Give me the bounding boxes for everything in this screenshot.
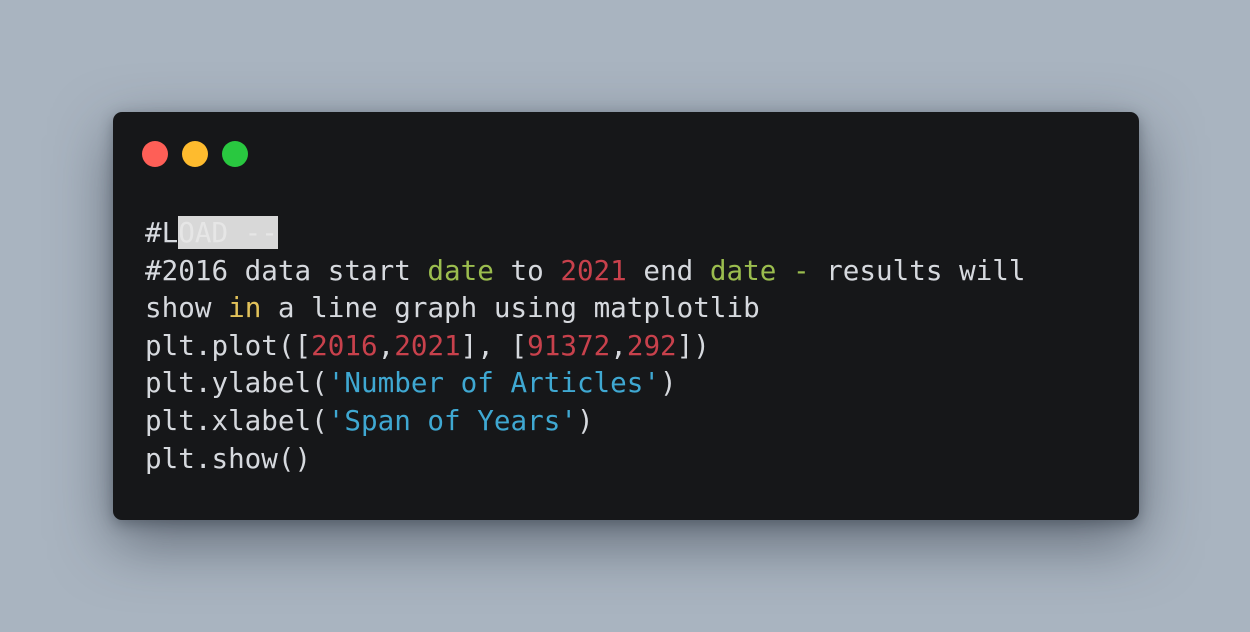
window-controls (142, 141, 248, 167)
code-token: 'Span of Years' (327, 403, 577, 437)
code-token: ]) (676, 328, 710, 362)
code-token: date (427, 253, 494, 287)
code-token: end (626, 253, 710, 287)
code-token: in (228, 291, 262, 325)
code-token: ) (660, 366, 677, 400)
code-line: show in a line graph using matplotlib (145, 289, 1026, 327)
code-line: plt.xlabel('Span of Years') (145, 402, 1026, 440)
code-token: a line graph using matplotlib (261, 291, 760, 325)
close-dot-icon[interactable] (142, 141, 168, 167)
code-line: plt.plot([2016,2021], [91372,292]) (145, 327, 1026, 365)
code-token: plt.plot([ (145, 328, 312, 362)
code-token: 292 (626, 328, 677, 362)
code-line: #2016 data start date to 2021 end date -… (145, 252, 1026, 290)
code-token: plt.xlabel( (145, 403, 328, 437)
code-token: 2021 (394, 328, 461, 362)
code-line: plt.ylabel('Number of Articles') (145, 364, 1026, 402)
selected-text: OAD -- (178, 216, 278, 249)
code-token: #2016 data start (145, 253, 428, 287)
code-window: #LOAD -- #2016 data start date to 2021 en… (113, 112, 1139, 520)
code-token: 91372 (527, 328, 611, 362)
code-token: , (377, 328, 395, 362)
code-token: 2021 (560, 253, 627, 287)
code-token: to (493, 253, 561, 287)
code-line: #LOAD -- (145, 214, 1026, 252)
minimize-dot-icon[interactable] (182, 141, 208, 167)
code-token: 'Number of Articles' (327, 366, 661, 400)
code-token: ) (576, 403, 594, 437)
code-token: , (610, 328, 627, 362)
zoom-dot-icon[interactable] (222, 141, 248, 167)
code-token: results will (809, 253, 1026, 287)
code-token: date (709, 253, 777, 287)
code-token: - (792, 253, 810, 287)
code-block[interactable]: #LOAD -- #2016 data start date to 2021 en… (145, 214, 1026, 477)
code-token: #L (145, 216, 179, 249)
code-token: ], [ (460, 328, 528, 362)
code-token: 2016 (311, 328, 378, 362)
code-line: plt.show() (145, 440, 1026, 478)
code-token: plt.ylabel( (145, 366, 328, 400)
code-token: plt.show() (145, 441, 312, 475)
code-token: show (145, 291, 229, 325)
